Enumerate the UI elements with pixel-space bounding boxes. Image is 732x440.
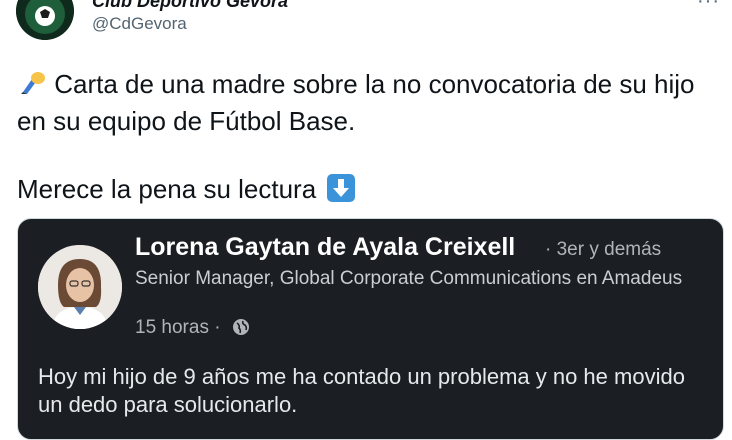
- connection-degree: · 3er y demás: [545, 239, 662, 260]
- author-handle[interactable]: @CdGevora: [92, 14, 187, 34]
- poster-name: Lorena Gaytan de Ayala Creixell: [135, 233, 516, 261]
- post-time: 15 horas ·: [135, 317, 250, 342]
- profile-photo: [38, 245, 122, 329]
- tweet-line-1-text: Carta de una madre sobre la no convocato…: [17, 69, 695, 136]
- poster-headline: Senior Manager, Global Corporate Communi…: [135, 268, 683, 289]
- tweet-line-2: Merece la pena su lectura: [17, 172, 725, 206]
- more-icon[interactable]: ···: [697, 0, 720, 13]
- tweet-text: Carta de una madre sobre la no convocato…: [17, 66, 725, 206]
- down-arrow-icon: [327, 174, 356, 202]
- post-body: Hoy mi hijo de 9 años me ha contado un p…: [38, 364, 685, 417]
- tweet-line-1: Carta de una madre sobre la no convocato…: [17, 66, 725, 138]
- post-time-text: 15 horas ·: [135, 317, 221, 338]
- club-crest-icon: [16, 0, 74, 40]
- author-display-name[interactable]: Club Deportivo Gévora: [92, 0, 288, 12]
- writing-hand-icon: [17, 66, 47, 104]
- globe-icon: [232, 318, 250, 342]
- tweet-line-2-text: Merece la pena su lectura: [17, 174, 317, 204]
- embedded-image-card[interactable]: Lorena Gaytan de Ayala Creixell · 3er y …: [17, 218, 724, 440]
- club-avatar[interactable]: [16, 0, 74, 40]
